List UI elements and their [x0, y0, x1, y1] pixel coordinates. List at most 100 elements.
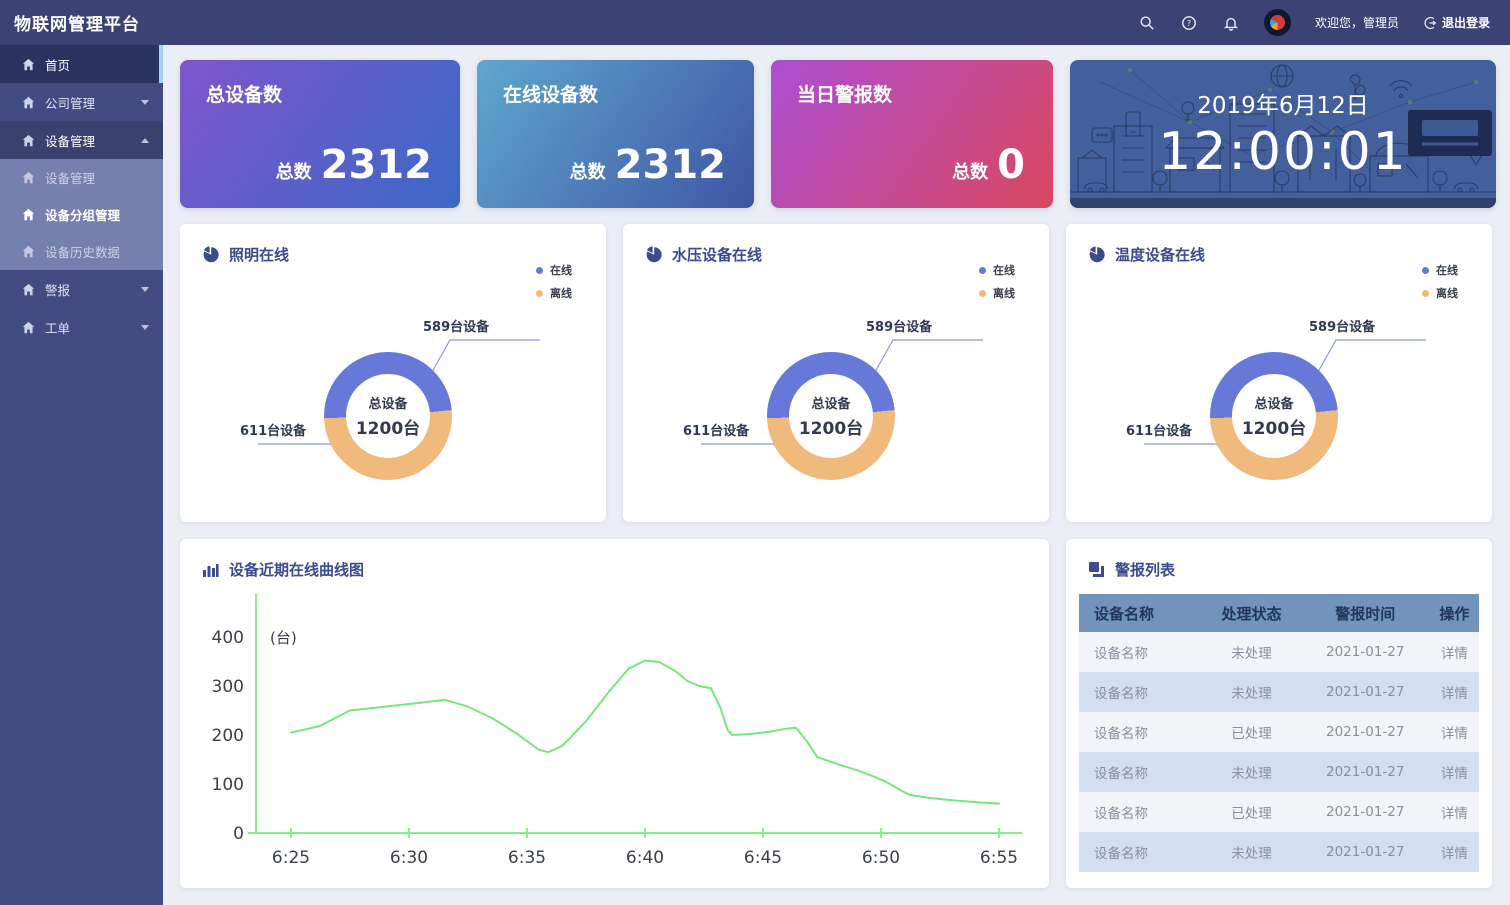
sidebar-item-label: 设备分组管理 — [45, 205, 120, 224]
legend-online[interactable]: 在线 — [1422, 262, 1458, 278]
stat-value: 2312 — [321, 142, 432, 188]
home-icon — [22, 208, 35, 221]
cell-time: 2021-01-27 — [1301, 632, 1430, 672]
user-avatar[interactable] — [1264, 9, 1291, 36]
layers-icon — [1088, 561, 1105, 578]
alarm-table-row: 设备名称未处理2021-01-27详情 — [1079, 832, 1479, 872]
bell-icon[interactable] — [1222, 14, 1240, 32]
svg-text:400: 400 — [212, 628, 244, 648]
chevron-down-icon — [141, 100, 149, 105]
donut-label-online: 589台设备 — [423, 316, 489, 335]
legend-online[interactable]: 在线 — [979, 262, 1015, 278]
sidebar-item-label: 警报 — [45, 280, 70, 299]
sidebar-item-device-group[interactable]: 设备分组管理 — [0, 196, 163, 233]
home-icon — [22, 96, 35, 109]
cell-device-name: 设备名称 — [1079, 672, 1202, 712]
card-title: 水压设备在线 — [672, 244, 762, 265]
legend-dot-offline — [979, 290, 986, 297]
home-icon — [22, 245, 35, 258]
pie-chart-icon — [202, 246, 219, 263]
card-title: 照明在线 — [229, 244, 289, 265]
sidebar-item-device[interactable]: 设备管理 — [0, 121, 163, 159]
home-icon — [22, 58, 35, 71]
help-icon[interactable]: ? — [1180, 14, 1198, 32]
navbar-actions: ? 欢迎您，管理员 退出登录 — [1138, 9, 1510, 36]
sidebar-item-label: 设备管理 — [45, 168, 95, 187]
alarm-table-row: 设备名称已处理2021-01-27详情 — [1079, 712, 1479, 752]
line-chart-card: 设备近期在线曲线图 0100200300400(台)6:256:306:356:… — [180, 539, 1049, 888]
donut-label-online: 589台设备 — [1309, 316, 1375, 335]
chevron-down-icon — [141, 325, 149, 330]
card-title: 温度设备在线 — [1115, 244, 1205, 265]
time-display: 12:00:01 — [1158, 122, 1408, 182]
donut-label-offline: 611台设备 — [683, 420, 749, 439]
alarm-table-row: 设备名称未处理2021-01-27详情 — [1079, 752, 1479, 792]
svg-text:6:25: 6:25 — [272, 848, 310, 868]
col-status: 处理状态 — [1202, 594, 1301, 632]
cell-status: 已处理 — [1202, 792, 1301, 832]
stat-card-row: 总设备数 总数2312 在线设备数 总数2312 当日警报数 总数0 — [180, 60, 1496, 208]
chart-legend: 在线 离线 — [1422, 262, 1458, 301]
pie-chart-icon — [1088, 246, 1105, 263]
legend-online[interactable]: 在线 — [536, 262, 572, 278]
col-device-name: 设备名称 — [1079, 594, 1202, 632]
alarm-table-header-row: 设备名称 处理状态 警报时间 操作 — [1079, 594, 1479, 632]
donut-label-offline: 611台设备 — [240, 420, 306, 439]
sidebar-submenu-device: 设备管理 设备分组管理 设备历史数据 — [0, 159, 163, 270]
alarm-table-body: 设备名称未处理2021-01-27详情设备名称未处理2021-01-27详情设备… — [1079, 632, 1479, 872]
legend-offline[interactable]: 离线 — [1422, 285, 1458, 301]
sidebar-item-alarm[interactable]: 警报 — [0, 270, 163, 308]
donut-card-row: 照明在线 在线 离线 589台设备 611台设备 总设备 1200台 — [180, 224, 1496, 522]
alarm-table-row: 设备名称未处理2021-01-27详情 — [1079, 632, 1479, 672]
chevron-down-icon — [141, 287, 149, 292]
donut-card-water-pressure: 水压设备在线 在线 离线 589台设备 611台设备 总设备 1200台 — [623, 224, 1049, 522]
col-action: 操作 — [1430, 594, 1479, 632]
sidebar-item-label: 工单 — [45, 318, 70, 337]
alarm-list-card: 警报列表 设备名称 处理状态 警报时间 操作 设备名称未处理2021-01-27… — [1066, 539, 1492, 888]
legend-offline[interactable]: 离线 — [536, 285, 572, 301]
app-title: 物联网管理平台 — [0, 10, 140, 35]
legend-dot-online — [536, 267, 543, 274]
svg-text:0: 0 — [233, 824, 244, 844]
stat-title: 在线设备数 — [503, 80, 728, 107]
stat-card-today-alarms: 当日警报数 总数0 — [771, 60, 1053, 208]
search-icon[interactable] — [1138, 14, 1156, 32]
sidebar-item-device-manage[interactable]: 设备管理 — [0, 159, 163, 196]
svg-text:6:30: 6:30 — [390, 848, 428, 868]
stat-prefix: 总数 — [570, 158, 606, 184]
svg-text:6:40: 6:40 — [626, 848, 664, 868]
donut-label-online: 589台设备 — [866, 316, 932, 335]
donut-card-temperature: 温度设备在线 在线 离线 589台设备 611台设备 总设备 1200台 — [1066, 224, 1492, 522]
detail-link[interactable]: 详情 — [1430, 672, 1479, 712]
sidebar-item-workorder[interactable]: 工单 — [0, 308, 163, 346]
sidebar-item-home[interactable]: 首页 — [0, 45, 163, 83]
sidebar-item-company[interactable]: 公司管理 — [0, 83, 163, 121]
svg-text:(台): (台) — [270, 629, 297, 647]
home-icon — [22, 171, 35, 184]
pie-chart-icon — [645, 246, 662, 263]
chart-legend: 在线 离线 — [979, 262, 1015, 301]
detail-link[interactable]: 详情 — [1430, 792, 1479, 832]
detail-link[interactable]: 详情 — [1430, 712, 1479, 752]
donut-chart: 总设备 1200台 — [324, 352, 452, 480]
welcome-text: 欢迎您，管理员 — [1315, 14, 1399, 31]
legend-offline[interactable]: 离线 — [979, 285, 1015, 301]
donut-label-offline: 611台设备 — [1126, 420, 1192, 439]
donut-chart: 总设备 1200台 — [1210, 352, 1338, 480]
stat-title: 总设备数 — [206, 80, 434, 107]
cell-status: 未处理 — [1202, 672, 1301, 712]
donut-center: 总设备 1200台 — [1232, 374, 1316, 458]
col-time: 警报时间 — [1301, 594, 1430, 632]
cell-time: 2021-01-27 — [1301, 832, 1430, 872]
svg-text:200: 200 — [212, 726, 244, 746]
sidebar-item-device-history[interactable]: 设备历史数据 — [0, 233, 163, 270]
sidebar-item-label: 设备管理 — [45, 131, 95, 150]
detail-link[interactable]: 详情 — [1430, 752, 1479, 792]
detail-link[interactable]: 详情 — [1430, 832, 1479, 872]
svg-text:300: 300 — [212, 677, 244, 697]
logout-button[interactable]: 退出登录 — [1423, 14, 1490, 31]
cell-device-name: 设备名称 — [1079, 712, 1202, 752]
svg-text:?: ? — [1187, 19, 1191, 28]
cell-device-name: 设备名称 — [1079, 632, 1202, 672]
detail-link[interactable]: 详情 — [1430, 632, 1479, 672]
